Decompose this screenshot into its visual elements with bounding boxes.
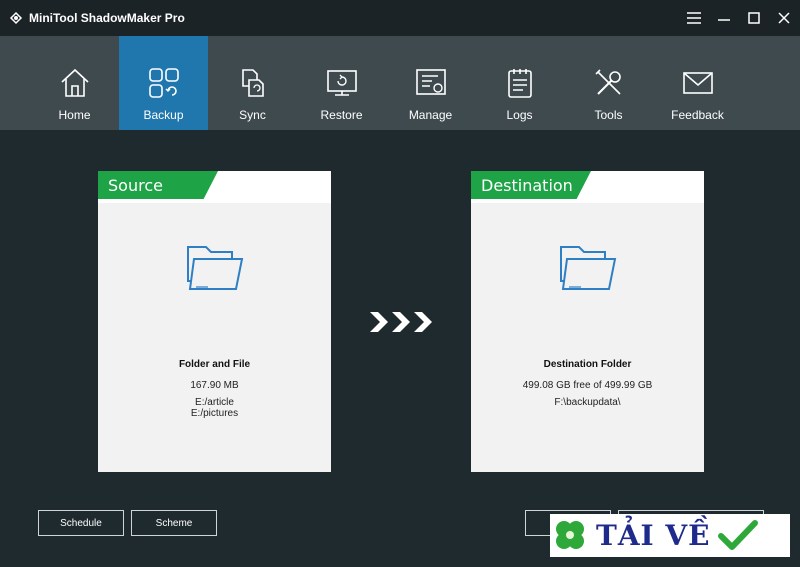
source-path: E:/article bbox=[195, 397, 234, 408]
nav-label: Manage bbox=[408, 108, 453, 122]
scheme-button[interactable]: Scheme bbox=[131, 510, 217, 536]
nav-feedback[interactable]: Feedback bbox=[653, 36, 742, 130]
nav-label: Logs bbox=[506, 108, 533, 122]
main-toolbar: Home Backup Sync Restore Manage Logs Too… bbox=[0, 36, 800, 130]
logs-icon bbox=[507, 69, 532, 98]
destination-header: Destination bbox=[471, 171, 704, 203]
nav-label: Restore bbox=[320, 108, 363, 122]
nav-manage[interactable]: Manage bbox=[386, 36, 475, 130]
tools-icon bbox=[594, 69, 621, 95]
nav-sync[interactable]: Sync bbox=[208, 36, 297, 130]
manage-icon bbox=[415, 69, 446, 95]
forward-arrows-icon bbox=[370, 312, 432, 332]
app-title: MiniTool ShadowMaker Pro bbox=[29, 11, 185, 25]
nav-home[interactable]: Home bbox=[30, 36, 119, 130]
watermark-text: TẢI VỀ bbox=[596, 519, 711, 552]
source-size: 167.90 MB bbox=[190, 380, 239, 391]
source-header-label: Source bbox=[108, 176, 163, 195]
schedule-button[interactable]: Schedule bbox=[38, 510, 124, 536]
source-body: Folder and File 167.90 MB E:/article E:/… bbox=[98, 203, 331, 472]
home-icon bbox=[60, 68, 89, 97]
nav-label: Tools bbox=[594, 108, 623, 122]
restore-icon bbox=[326, 70, 357, 96]
source-type: Folder and File bbox=[178, 359, 251, 370]
maximize-icon[interactable] bbox=[746, 8, 762, 28]
nav-backup[interactable]: Backup bbox=[119, 36, 208, 130]
clover-icon bbox=[556, 520, 584, 549]
close-icon[interactable] bbox=[776, 8, 792, 28]
source-path: E:/pictures bbox=[190, 408, 239, 419]
title-bar: MiniTool ShadowMaker Pro bbox=[0, 0, 800, 36]
menu-icon[interactable] bbox=[686, 8, 702, 28]
sync-icon bbox=[241, 69, 264, 97]
destination-header-label: Destination bbox=[481, 176, 573, 195]
source-header: Source bbox=[98, 171, 331, 203]
minimize-icon[interactable] bbox=[716, 8, 732, 28]
destination-card[interactable]: Destination Destination Folder 499.08 GB… bbox=[471, 171, 704, 472]
backup-icon bbox=[148, 68, 179, 98]
destination-free-space: 499.08 GB free of 499.99 GB bbox=[522, 380, 653, 391]
feedback-icon bbox=[682, 72, 713, 94]
checkmark-icon bbox=[718, 519, 759, 550]
nav-label: Home bbox=[58, 108, 91, 122]
nav-restore[interactable]: Restore bbox=[297, 36, 386, 130]
nav-tools[interactable]: Tools bbox=[564, 36, 653, 130]
folder-icon bbox=[187, 246, 244, 290]
watermark: TẢI VỀ bbox=[550, 514, 790, 557]
folder-icon bbox=[560, 246, 617, 290]
source-card[interactable]: Source Folder and File 167.90 MB E:/arti… bbox=[98, 171, 331, 472]
destination-type: Destination Folder bbox=[543, 359, 632, 370]
window-controls bbox=[686, 8, 792, 28]
destination-body: Destination Folder 499.08 GB free of 499… bbox=[471, 203, 704, 472]
nav-logs[interactable]: Logs bbox=[475, 36, 564, 130]
destination-path: F:\backupdata\ bbox=[554, 397, 621, 408]
nav-label: Feedback bbox=[671, 108, 724, 122]
nav-label: Sync bbox=[239, 108, 266, 122]
nav-label: Backup bbox=[143, 108, 184, 122]
app-logo-icon bbox=[9, 11, 23, 25]
backup-panel: Source Folder and File 167.90 MB E:/arti… bbox=[0, 130, 800, 567]
